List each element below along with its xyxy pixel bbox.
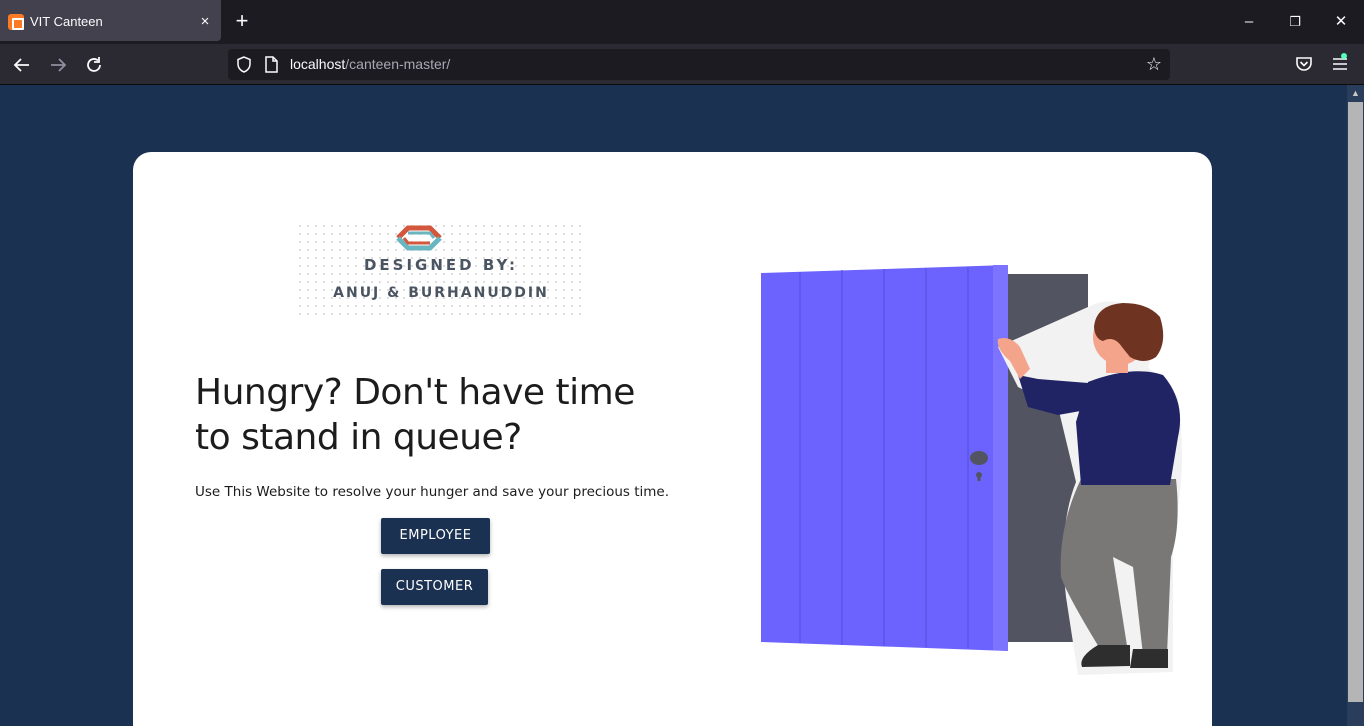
url-text[interactable]: localhost/canteen-master/ (290, 56, 450, 72)
customer-button[interactable]: CUSTOMER (381, 569, 488, 605)
scrollbar-thumb[interactable] (1348, 102, 1363, 702)
person-opening-door-illustration (761, 265, 1182, 675)
forward-arrow-icon[interactable] (45, 52, 71, 78)
tab-bar: VIT Canteen × + – ❐ ✕ (0, 0, 1364, 44)
pocket-icon[interactable] (1294, 54, 1314, 74)
page-icon[interactable] (264, 56, 278, 73)
close-window-button[interactable]: ✕ (1329, 10, 1353, 34)
logo-designer-names: ANUJ & BURHANUDDIN (333, 285, 549, 301)
tab-close-icon[interactable]: × (195, 12, 215, 32)
xampp-favicon-icon (8, 14, 24, 30)
tab-title: VIT Canteen (30, 14, 103, 29)
hamburger-menu-icon[interactable] (1330, 54, 1350, 74)
reload-icon[interactable] (81, 52, 107, 78)
browser-tab[interactable]: VIT Canteen × (0, 0, 221, 41)
new-tab-button[interactable]: + (230, 10, 254, 34)
scroll-up-arrow-icon[interactable]: ▲ (1347, 85, 1364, 102)
logo-designed-by: DESIGNED BY: (363, 256, 519, 274)
employee-button[interactable]: EMPLOYEE (381, 518, 490, 554)
shield-icon[interactable] (236, 56, 252, 73)
designer-logo: DESIGNED BY: ANUJ & BURHANUDDIN (296, 222, 586, 320)
page-scrollbar[interactable]: ▲ (1347, 85, 1364, 726)
url-bar[interactable]: localhost/canteen-master/ ☆ (228, 49, 1170, 80)
landing-card: DESIGNED BY: ANUJ & BURHANUDDIN Hungry? … (133, 152, 1212, 726)
back-arrow-icon[interactable] (9, 52, 35, 78)
hero-subtext: Use This Website to resolve your hunger … (195, 484, 670, 500)
hexagon-logo-icon (396, 225, 442, 251)
hero-headline: Hungry? Don't have time to stand in queu… (195, 372, 635, 458)
minimize-button[interactable]: – (1237, 10, 1261, 34)
update-indicator-icon (1341, 53, 1347, 59)
bookmark-star-icon[interactable]: ☆ (1144, 54, 1164, 74)
restore-button[interactable]: ❐ (1283, 10, 1307, 34)
navigation-bar: localhost/canteen-master/ ☆ (0, 44, 1364, 85)
